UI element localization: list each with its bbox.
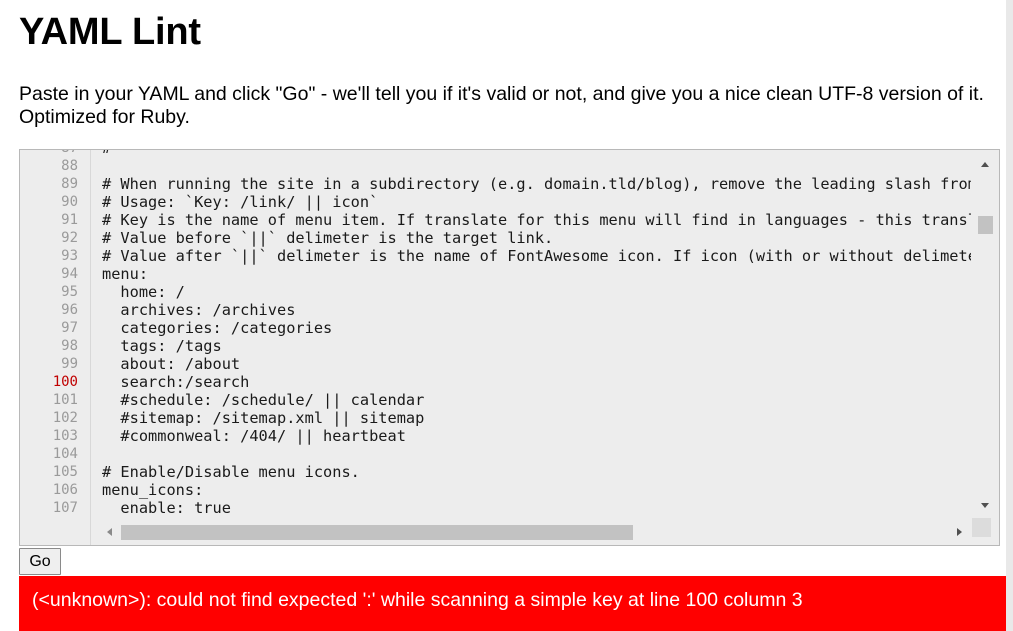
code-line[interactable]: 104 (20, 445, 972, 463)
code-text: home: / (102, 283, 185, 301)
code-text: categories: /categories (102, 319, 333, 337)
line-number: 102 (52, 410, 78, 426)
code-text: search:/search (102, 373, 250, 391)
code-line[interactable]: 89 # When running the site in a subdirect… (20, 175, 972, 193)
scroll-down-arrow-icon[interactable] (981, 503, 989, 508)
code-line[interactable]: 97 categories: /categories (20, 319, 972, 337)
code-text: archives: /archives (102, 301, 296, 319)
line-number: 101 (52, 392, 78, 408)
line-number: 99 (61, 356, 78, 372)
code-line[interactable]: 107 enable: true (20, 499, 972, 517)
code-line[interactable]: 96 archives: /archives (20, 301, 972, 319)
horizontal-scrollbar[interactable] (91, 519, 973, 545)
code-line[interactable]: 99 about: /about (20, 355, 972, 373)
code-line[interactable]: 95 home: / (20, 283, 972, 301)
code-text: # Value after `||` delimeter is the name… (102, 247, 971, 265)
code-line[interactable]: 93 # Value after `||` delimeter is the na… (20, 247, 972, 265)
scroll-left-arrow-icon[interactable] (107, 528, 112, 536)
yaml-editor[interactable]: 87# ------------------------------------… (19, 149, 1000, 546)
code-text: menu_icons: (102, 481, 204, 499)
line-number: 91 (61, 212, 78, 228)
code-text: # Enable/Disable menu icons. (102, 463, 360, 481)
line-number: 107 (52, 500, 78, 516)
vertical-scrollbar[interactable] (973, 150, 999, 518)
error-message-text: (<unknown>): could not find expected ':'… (32, 589, 803, 611)
code-line[interactable]: 94 menu: (20, 265, 972, 283)
horizontal-scroll-thumb[interactable] (121, 525, 633, 540)
code-text: # Key is the name of menu item. If trans… (102, 211, 971, 229)
page-title: YAML Lint (19, 11, 201, 53)
line-number: 103 (52, 428, 78, 444)
code-line[interactable]: 102 #sitemap: /sitemap.xml || sitemap (20, 409, 972, 427)
line-number: 87 (20, 150, 78, 157)
line-number: 104 (52, 446, 78, 462)
code-line[interactable]: 90 # Usage: `Key: /link/ || icon` (20, 193, 972, 211)
code-text: about: /about (102, 355, 241, 373)
line-number: 90 (61, 194, 78, 210)
code-text: # Value before `||` delimeter is the tar… (102, 229, 554, 247)
scroll-right-arrow-icon[interactable] (957, 528, 962, 536)
code-text: #sitemap: /sitemap.xml || sitemap (102, 409, 425, 427)
line-number: 88 (61, 158, 78, 174)
vertical-scroll-thumb[interactable] (978, 216, 993, 235)
line-number: 98 (61, 338, 78, 354)
page-scrollbar-track[interactable] (1006, 0, 1013, 631)
line-number: 93 (61, 248, 78, 264)
code-text: # --------------------------------------… (78, 150, 971, 157)
code-text: tags: /tags (102, 337, 222, 355)
resize-corner (972, 518, 991, 537)
line-number: 96 (61, 302, 78, 318)
line-number: 97 (61, 320, 78, 336)
code-text: #commonweal: /404/ || heartbeat (102, 427, 406, 445)
code-line[interactable]: 105 # Enable/Disable menu icons. (20, 463, 972, 481)
line-number: 92 (61, 230, 78, 246)
code-line[interactable]: 101 #schedule: /schedule/ || calendar (20, 391, 972, 409)
code-line[interactable]: 98 tags: /tags (20, 337, 972, 355)
line-number: 105 (52, 464, 78, 480)
intro-text: Paste in your YAML and click "Go" - we'l… (19, 83, 984, 128)
line-number: 95 (61, 284, 78, 300)
go-button[interactable]: Go (19, 548, 61, 575)
code-line[interactable]: 103 #commonweal: /404/ || heartbeat (20, 427, 972, 445)
code-text: # When running the site in a subdirector… (102, 175, 971, 193)
code-text: # Usage: `Key: /link/ || icon` (102, 193, 379, 211)
scroll-up-arrow-icon[interactable] (981, 162, 989, 167)
code-line[interactable]: 100 search:/search (20, 373, 972, 391)
line-number: 106 (52, 482, 78, 498)
code-text: enable: true (102, 499, 231, 517)
error-message-bar: (<unknown>): could not find expected ':'… (19, 576, 1006, 631)
line-number: 89 (61, 176, 78, 192)
code-line[interactable]: 91 # Key is the name of menu item. If tra… (20, 211, 972, 229)
line-number: 94 (61, 266, 78, 282)
code-line[interactable]: 87# ------------------------------------… (20, 150, 972, 157)
code-line[interactable]: 88 (20, 157, 972, 175)
code-line[interactable]: 106 menu_icons: (20, 481, 972, 499)
error-line-number: 100 (52, 374, 78, 390)
code-line[interactable]: 92 # Value before `||` delimeter is the t… (20, 229, 972, 247)
code-area[interactable]: 87# ------------------------------------… (20, 150, 972, 517)
code-text: menu: (102, 265, 149, 283)
code-text: #schedule: /schedule/ || calendar (102, 391, 425, 409)
